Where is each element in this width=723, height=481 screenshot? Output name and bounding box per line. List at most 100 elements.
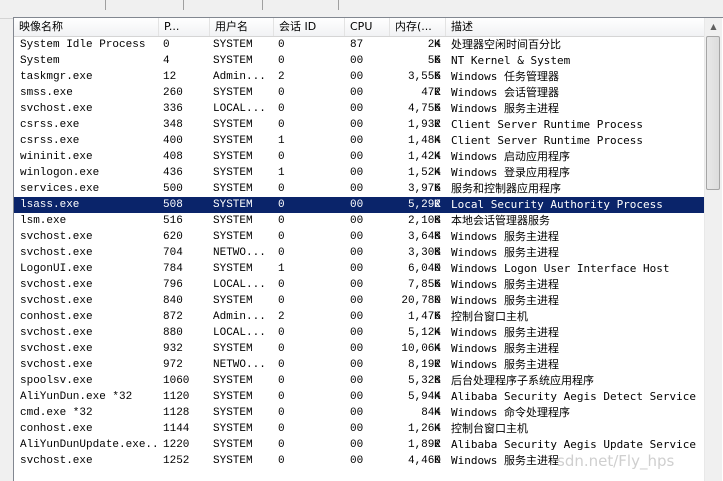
cell-image-name: wininit.exe (20, 151, 93, 163)
cell-description: 后台处理程序子系统应用程序 (451, 374, 594, 387)
cell-session: 0 (278, 151, 285, 163)
cell-memory-unit: K (434, 407, 441, 419)
cell-session: 0 (278, 119, 285, 131)
table-row[interactable]: System 4 SYSTEM 0 00 56 K NT Kernel & System (14, 53, 704, 69)
cell-pid: 1060 (163, 375, 190, 387)
table-row[interactable]: cmd.exe *32 1128 SYSTEM 0 00 844 K Windows 命令处理… (14, 405, 704, 421)
table-row[interactable]: lsass.exe 508 SYSTEM 0 00 5,292 K Local Securit… (14, 197, 704, 213)
cell-image-name: System (20, 55, 60, 67)
table-row[interactable]: svchost.exe 796 LOCAL... 0 00 7,856 K Windows 服… (14, 277, 704, 293)
scroll-up-arrow-icon[interactable]: ▲ (705, 18, 722, 35)
table-row[interactable]: csrss.exe 400 SYSTEM 1 00 1,484 K Client Server… (14, 133, 704, 149)
table-row[interactable]: svchost.exe 972 NETWO... 0 00 8,192 K Windows 服… (14, 357, 704, 373)
table-row[interactable]: LogonUI.exe 784 SYSTEM 1 00 6,040 K Windows Log… (14, 261, 704, 277)
table-row[interactable]: AliYunDunUpdate.exe... 1220 SYSTEM 0 00 1,892… (14, 437, 704, 453)
cell-user: LOCAL... (213, 279, 266, 291)
cell-image-name: svchost.exe (20, 359, 93, 371)
table-row[interactable]: conhost.exe 872 Admin... 2 00 1,476 K 控制台窗口主机 (14, 309, 704, 325)
cell-image-name: services.exe (20, 183, 100, 195)
table-row[interactable]: conhost.exe 1144 SYSTEM 0 00 1,264 K 控制台窗口主机 (14, 421, 704, 437)
cell-description: NT Kernel & System (451, 54, 571, 67)
cell-description: Windows 登录应用程序 (451, 166, 570, 179)
cell-image-name: lsass.exe (20, 199, 80, 211)
column-header-user[interactable]: 用户名 (210, 18, 274, 36)
cell-cpu: 00 (350, 71, 364, 83)
cell-session: 1 (278, 263, 285, 275)
cell-memory-unit: K (434, 279, 441, 291)
cell-description: Client Server Runtime Process (451, 134, 644, 147)
vertical-scrollbar[interactable]: ▲ (704, 18, 722, 481)
table-row[interactable]: lsm.exe 516 SYSTEM 0 00 2,108 K 本地会话管理器服务 (14, 213, 704, 229)
table-row[interactable]: smss.exe 260 SYSTEM 0 00 472 K Windows 会话管理器 (14, 85, 704, 101)
table-row[interactable]: svchost.exe 336 LOCAL... 0 00 4,756 K Windows 服… (14, 101, 704, 117)
cell-pid: 408 (163, 151, 183, 163)
table-row[interactable]: svchost.exe 880 LOCAL... 0 00 5,124 K Windows 服… (14, 325, 704, 341)
cell-image-name: LogonUI.exe (20, 263, 93, 275)
cell-image-name: System Idle Process (20, 39, 146, 51)
cell-pid: 880 (163, 327, 183, 339)
cell-description: Windows 服务主进程 (451, 246, 559, 259)
table-row[interactable]: svchost.exe 620 SYSTEM 0 00 3,648 K Windows 服务主… (14, 229, 704, 245)
cell-session: 0 (278, 359, 285, 371)
cell-cpu: 00 (350, 279, 364, 291)
table-row[interactable]: svchost.exe 840 SYSTEM 0 00 20,780 K Windows 服务… (14, 293, 704, 309)
cell-pid: 400 (163, 135, 183, 147)
cell-description: 控制台窗口主机 (451, 422, 528, 435)
cell-image-name: csrss.exe (20, 119, 80, 131)
cell-session: 0 (278, 215, 285, 227)
cell-image-name: lsm.exe (20, 215, 67, 227)
table-row[interactable]: System Idle Process 0 SYSTEM 0 87 24 K 处理器空闲时间百… (14, 37, 704, 53)
cell-memory-unit: K (434, 247, 441, 259)
cell-memory-unit: K (434, 199, 441, 211)
cell-description: 控制台窗口主机 (451, 310, 528, 323)
table-row[interactable]: spoolsv.exe 1060 SYSTEM 0 00 5,328 K 后台处理程序子系统应… (14, 373, 704, 389)
table-row[interactable]: taskmgr.exe 12 Admin... 2 00 3,556 K Windows 任务… (14, 69, 704, 85)
cell-image-name: conhost.exe (20, 311, 93, 323)
cell-description: Windows 服务主进程 (451, 230, 559, 243)
cell-session: 0 (278, 103, 285, 115)
column-header-session[interactable]: 会话 ID (274, 18, 345, 36)
cell-cpu: 00 (350, 423, 364, 435)
table-row[interactable]: winlogon.exe 436 SYSTEM 1 00 1,524 K Windows 登录… (14, 165, 704, 181)
table-row[interactable]: services.exe 500 SYSTEM 0 00 3,976 K 服务和控制器应用程序 (14, 181, 704, 197)
cell-memory-unit: K (434, 439, 441, 451)
cell-session: 0 (278, 375, 285, 387)
cell-image-name: conhost.exe (20, 423, 93, 435)
cell-description: Windows 服务主进程 (451, 102, 559, 115)
cell-cpu: 87 (350, 39, 364, 51)
column-header-pid[interactable]: P... (159, 18, 210, 36)
cell-pid: 784 (163, 263, 183, 275)
column-header-image-name[interactable]: 映像名称 (14, 18, 159, 36)
cell-user: Admin... (213, 71, 266, 83)
cell-memory-unit: K (434, 295, 441, 307)
table-row[interactable]: AliYunDun.exe *32 1120 SYSTEM 0 00 5,944 K Alib… (14, 389, 704, 405)
cell-image-name: smss.exe (20, 87, 73, 99)
cell-memory-unit: K (434, 55, 441, 67)
cell-user: NETWO... (213, 247, 266, 259)
cell-user: SYSTEM (213, 391, 253, 403)
cell-description: Windows 服务主进程 (451, 326, 559, 339)
tab-edge (183, 0, 184, 10)
scrollbar-thumb[interactable] (706, 36, 720, 190)
cell-user: SYSTEM (213, 375, 253, 387)
table-row[interactable]: csrss.exe 348 SYSTEM 0 00 1,932 K Client Server… (14, 117, 704, 133)
cell-session: 0 (278, 279, 285, 291)
cell-pid: 872 (163, 311, 183, 323)
process-list-view[interactable]: 映像名称 P... 用户名 会话 ID CPU 内存(... 描述 System… (13, 17, 723, 481)
cell-cpu: 00 (350, 439, 364, 451)
cell-user: SYSTEM (213, 55, 253, 67)
cell-session: 0 (278, 295, 285, 307)
cell-user: SYSTEM (213, 343, 253, 355)
cell-image-name: svchost.exe (20, 279, 93, 291)
column-header-cpu[interactable]: CPU (345, 18, 390, 36)
table-row[interactable]: svchost.exe 1252 SYSTEM 0 00 4,460 K Windows 服务… (14, 453, 704, 469)
cell-cpu: 00 (350, 391, 364, 403)
column-header-memory[interactable]: 内存(... (390, 18, 446, 36)
cell-user: SYSTEM (213, 295, 253, 307)
column-header-description[interactable]: 描述 (446, 18, 704, 36)
cell-pid: 840 (163, 295, 183, 307)
cell-cpu: 00 (350, 183, 364, 195)
table-row[interactable]: wininit.exe 408 SYSTEM 0 00 1,424 K Windows 启动应… (14, 149, 704, 165)
table-row[interactable]: svchost.exe 704 NETWO... 0 00 3,308 K Windows 服… (14, 245, 704, 261)
table-row[interactable]: svchost.exe 932 SYSTEM 0 00 10,064 K Windows 服务… (14, 341, 704, 357)
